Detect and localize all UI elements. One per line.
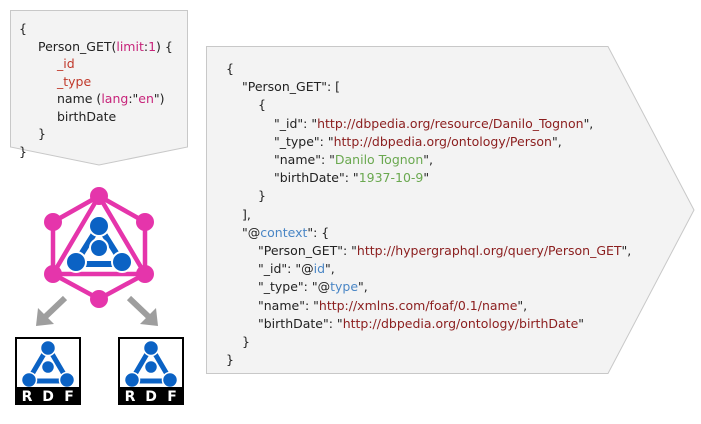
code-token: :": [128, 91, 139, 106]
code-line: }: [19, 143, 173, 161]
code-line: "_id": "@id",: [226, 260, 631, 278]
rdf-letter: D: [145, 389, 157, 405]
code-line: "Person_GET": "http://hypergraphql.org/q…: [226, 242, 631, 260]
code-line: ],: [226, 206, 631, 224]
code-token: limit: [116, 38, 144, 54]
code-token: type: [330, 279, 359, 295]
code-token: ",: [423, 152, 433, 168]
code-token: "birthDate": ": [258, 315, 343, 331]
code-line: {: [19, 20, 173, 38]
code-line: }: [226, 333, 631, 351]
response-code: {"Person_GET": [{"_id": "http://dbpedia.…: [226, 60, 631, 369]
rdf-letter: R: [22, 389, 33, 405]
code-token: "birthDate": ": [274, 170, 359, 186]
rdf-logo-right: R D F: [118, 337, 184, 405]
code-token: id: [313, 261, 326, 277]
code-token: ",: [621, 243, 632, 259]
arrow-down-left-icon: [36, 295, 68, 326]
rdf-graph-icon: [65, 215, 133, 273]
code-line: "name": "Danilo Tognon",: [226, 151, 631, 169]
code-token: ",: [551, 133, 562, 149]
code-token: ",: [583, 115, 594, 131]
code-token: Danilo Tognon: [334, 152, 424, 168]
graphql-query-panel: {Person_GET(limit:1) {_id _type name (lang…: [10, 10, 188, 166]
code-token: ],: [242, 206, 251, 222]
code-token: ",: [358, 279, 368, 295]
hypergraphql-logo: [44, 187, 154, 308]
code-token: lang: [101, 91, 129, 106]
query-code: {Person_GET(limit:1) {_id _type name (lang…: [19, 20, 173, 160]
code-token: ",: [325, 261, 335, 277]
code-line: "birthDate": "1937-10-9": [226, 169, 631, 187]
code-line: _id: [19, 55, 173, 73]
code-line: {: [226, 60, 631, 78]
code-token: {: [258, 97, 266, 113]
rdf-logo-left: R D F: [15, 337, 81, 405]
code-token: ": {: [307, 224, 330, 240]
code-token: name (: [57, 91, 102, 106]
code-token: ",: [517, 297, 528, 313]
code-token: http://dbpedia.org/ontology/birthDate: [342, 315, 579, 331]
code-line: }: [226, 187, 631, 205]
code-token: "Person_GET": ": [258, 243, 357, 259]
code-token: ": [578, 315, 585, 331]
code-line: "Person_GET": [: [226, 78, 631, 96]
code-token: }: [38, 126, 46, 141]
code-token: http://xmlns.com/foaf/0.1/name: [318, 297, 518, 313]
code-line: {: [226, 96, 631, 114]
code-token: 1: [148, 38, 157, 54]
code-line: name (lang:"en"): [19, 90, 173, 108]
code-line: _type: [19, 73, 173, 91]
code-line: Person_GET(limit:1) {: [19, 38, 173, 56]
code-token: "_type": "@: [258, 279, 331, 295]
code-token: "name": ": [258, 297, 319, 313]
rdf-letter: D: [42, 389, 54, 405]
code-token: "_type": ": [274, 133, 334, 149]
rdf-logo-icon: R D F: [118, 337, 184, 405]
rdf-letter: F: [167, 389, 177, 405]
code-token: 1937-10-9: [358, 170, 424, 186]
code-token: http://dbpedia.org/resource/Danilo_Togno…: [317, 115, 584, 131]
code-token: }: [19, 143, 27, 159]
code-line: }: [19, 125, 173, 143]
code-token: {: [226, 61, 234, 76]
code-token: }: [242, 334, 250, 350]
code-token: "_id": ": [274, 115, 318, 131]
code-token: context: [260, 224, 308, 240]
code-line: "name": "http://xmlns.com/foaf/0.1/name"…: [226, 297, 631, 315]
code-token: _id: [57, 56, 75, 71]
code-token: http://dbpedia.org/ontology/Person: [333, 133, 552, 149]
code-line: "_type": "http://dbpedia.org/ontology/Pe…: [226, 133, 631, 151]
code-line: birthDate: [19, 108, 173, 126]
code-token: birthDate: [57, 108, 117, 124]
code-token: Person_GET(: [38, 38, 117, 54]
code-token: "Person_GET": [: [242, 79, 341, 95]
code-token: http://hypergraphql.org/query/Person_GET: [356, 243, 622, 259]
code-token: }: [226, 352, 234, 368]
code-token: "): [153, 91, 165, 106]
rdf-letter: F: [64, 389, 74, 405]
code-token: {: [19, 21, 27, 36]
rdf-logo-icon: R D F: [15, 337, 81, 405]
code-line: "birthDate": "http://dbpedia.org/ontolog…: [226, 315, 631, 333]
jsonld-response-panel: {"Person_GET": [{"_id": "http://dbpedia.…: [206, 46, 695, 374]
arrow-down-right-icon: [126, 295, 158, 326]
code-line: "_id": "http://dbpedia.org/resource/Dani…: [226, 115, 631, 133]
code-line: "_type": "@type",: [226, 278, 631, 296]
code-token: "@: [242, 224, 261, 240]
code-token: "_id": "@: [258, 261, 314, 277]
code-token: ": [423, 170, 430, 186]
code-token: "name": ": [274, 152, 335, 168]
code-token: ) {: [156, 38, 173, 54]
code-line: }: [226, 351, 631, 369]
code-line: "@context": {: [226, 224, 631, 242]
code-token: _type: [57, 73, 92, 89]
code-token: en: [138, 91, 154, 106]
rdf-letter: R: [125, 389, 136, 405]
code-token: }: [258, 188, 266, 204]
